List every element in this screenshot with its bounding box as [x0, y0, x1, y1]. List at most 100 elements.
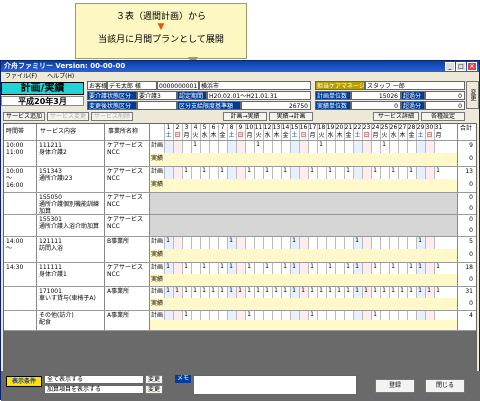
- provider-name: ケアサービス NCC: [107, 216, 144, 230]
- header-total: 合計: [459, 125, 472, 132]
- service-name: 通所介護入浴介助加算: [39, 223, 100, 230]
- display-change-button-2[interactable]: 変更: [145, 385, 163, 394]
- maximize-button[interactable]: □: [456, 62, 466, 71]
- settings-button[interactable]: 各種設定: [421, 112, 465, 121]
- day-number: 25: [380, 124, 389, 131]
- weekday-label: 土: [291, 132, 298, 139]
- display-option-all[interactable]: 全て表示する: [44, 375, 144, 384]
- weekday-label: 水: [201, 132, 208, 139]
- app-window: 介舟ファミリー Version: 00-00-00 _ □ × ファイル(F) …: [0, 60, 480, 401]
- plan-mark: 1: [166, 237, 170, 244]
- weekday-label: 金: [282, 132, 289, 139]
- service-code: 155301: [39, 216, 62, 223]
- care-level: 要介護3: [137, 91, 177, 100]
- plan-mark: 1: [202, 167, 206, 174]
- add-service-button[interactable]: サービス追加: [3, 112, 45, 121]
- display-change-button-1[interactable]: 変更: [145, 375, 163, 384]
- plan-mark: 1: [436, 263, 440, 270]
- row-type-actual: 実績: [151, 251, 164, 258]
- plan-mark: 1: [229, 263, 233, 270]
- plan-mark: 1: [265, 287, 269, 294]
- change-service-button[interactable]: サービス変更: [47, 112, 89, 121]
- plan-mark: 1: [283, 287, 287, 294]
- plan-mark: 1: [211, 287, 215, 294]
- time-slot: 10:00 11:00: [6, 142, 24, 156]
- weekday-label: 木: [273, 132, 280, 139]
- day-number: 14: [281, 124, 290, 131]
- plan-mark: 1: [328, 287, 332, 294]
- day-number: 6: [211, 124, 216, 131]
- service-name: 配食: [39, 319, 52, 326]
- close-button[interactable]: 閉じる: [425, 379, 465, 393]
- plan-mark: 1: [283, 167, 287, 174]
- day-number: 18: [317, 124, 326, 131]
- plan-mark: 1: [364, 287, 368, 294]
- day-number: 4: [193, 124, 198, 131]
- day-number: 20: [335, 124, 344, 131]
- actual-to-plan-button[interactable]: 実績→計画: [269, 112, 313, 121]
- day-number: 11: [254, 124, 263, 131]
- plan-mark: 1: [310, 167, 314, 174]
- row-total-actual: 0: [469, 251, 473, 258]
- weekday-label: 月: [183, 132, 190, 139]
- day-number: 2: [175, 124, 180, 131]
- change-button[interactable]: 変更: [466, 81, 479, 109]
- memo-field[interactable]: [193, 375, 357, 395]
- plan-mark: 1: [409, 167, 413, 174]
- menu-file[interactable]: ファイル(F): [5, 73, 37, 80]
- service-name: 身体介護2: [39, 149, 67, 156]
- actual-exceed-label: 超過分: [401, 101, 425, 110]
- month-label: 平成20年3月: [1, 96, 84, 106]
- weekday-label: 水: [327, 132, 334, 139]
- plan-mark: 1: [256, 287, 260, 294]
- plan-mark: 1: [292, 237, 296, 244]
- day-number: 27: [398, 124, 407, 131]
- manager-label: 担当ケアマネージャ: [315, 81, 365, 90]
- row-total-actual: 0: [469, 205, 473, 212]
- register-button[interactable]: 登録: [375, 379, 415, 393]
- day-number: 28: [407, 124, 416, 131]
- row-type-plan: 計画: [151, 168, 164, 175]
- weekday-label: 土: [165, 132, 172, 139]
- row-type-plan: 計画: [151, 288, 164, 295]
- plan-mark: 1: [346, 167, 350, 174]
- plan-mark: 1: [274, 287, 278, 294]
- customer-city: 横浜市: [199, 81, 311, 90]
- actual-row-bg: [150, 249, 457, 262]
- row-total-plan: 0: [469, 194, 473, 201]
- delete-service-button[interactable]: サービス削除: [91, 112, 133, 121]
- change-level: [137, 101, 177, 110]
- time-slot: 14:00 ～: [6, 238, 24, 252]
- weekday-label: 火: [192, 132, 199, 139]
- day-number: 12: [263, 124, 272, 131]
- plan-mark: 1: [382, 141, 386, 148]
- plan-mark: 1: [229, 237, 233, 244]
- weekday-label: 木: [210, 132, 217, 139]
- service-detail-button[interactable]: サービス詳細: [373, 112, 419, 121]
- minimize-button[interactable]: _: [445, 62, 455, 71]
- display-option-addition[interactable]: 加算項目を表示する: [44, 385, 144, 394]
- provider-name: A事業所: [107, 288, 130, 295]
- plan-mark: 1: [355, 287, 359, 294]
- grid-empty-area: [4, 331, 476, 371]
- weekday-label: 日: [300, 132, 307, 139]
- plan-mark: 1: [202, 287, 206, 294]
- cert-period: H20.02.01～H21.01.31: [207, 91, 311, 100]
- plan-mark: 1: [436, 287, 440, 294]
- close-icon[interactable]: ×: [467, 62, 477, 71]
- plan-mark: 1: [400, 287, 404, 294]
- provider-name: A事業所: [107, 312, 130, 319]
- service-name: 訪問入浴: [39, 245, 64, 252]
- weekday-label: 月: [435, 132, 442, 139]
- disabled-row-bg: [150, 215, 457, 236]
- day-number: 7: [220, 124, 225, 131]
- manager-name: スタッフ 一郎: [365, 81, 465, 90]
- callout-arrow: ▼: [157, 22, 165, 32]
- plan-mark: 1: [319, 141, 323, 148]
- weekday-label: 火: [255, 132, 262, 139]
- plan-to-actual-button[interactable]: 計画→実績: [223, 112, 267, 121]
- service-code: 151343: [39, 168, 62, 175]
- day-number: 17: [308, 124, 317, 131]
- menu-help[interactable]: ヘルプ(H): [47, 73, 74, 80]
- plan-mark: 1: [409, 263, 413, 270]
